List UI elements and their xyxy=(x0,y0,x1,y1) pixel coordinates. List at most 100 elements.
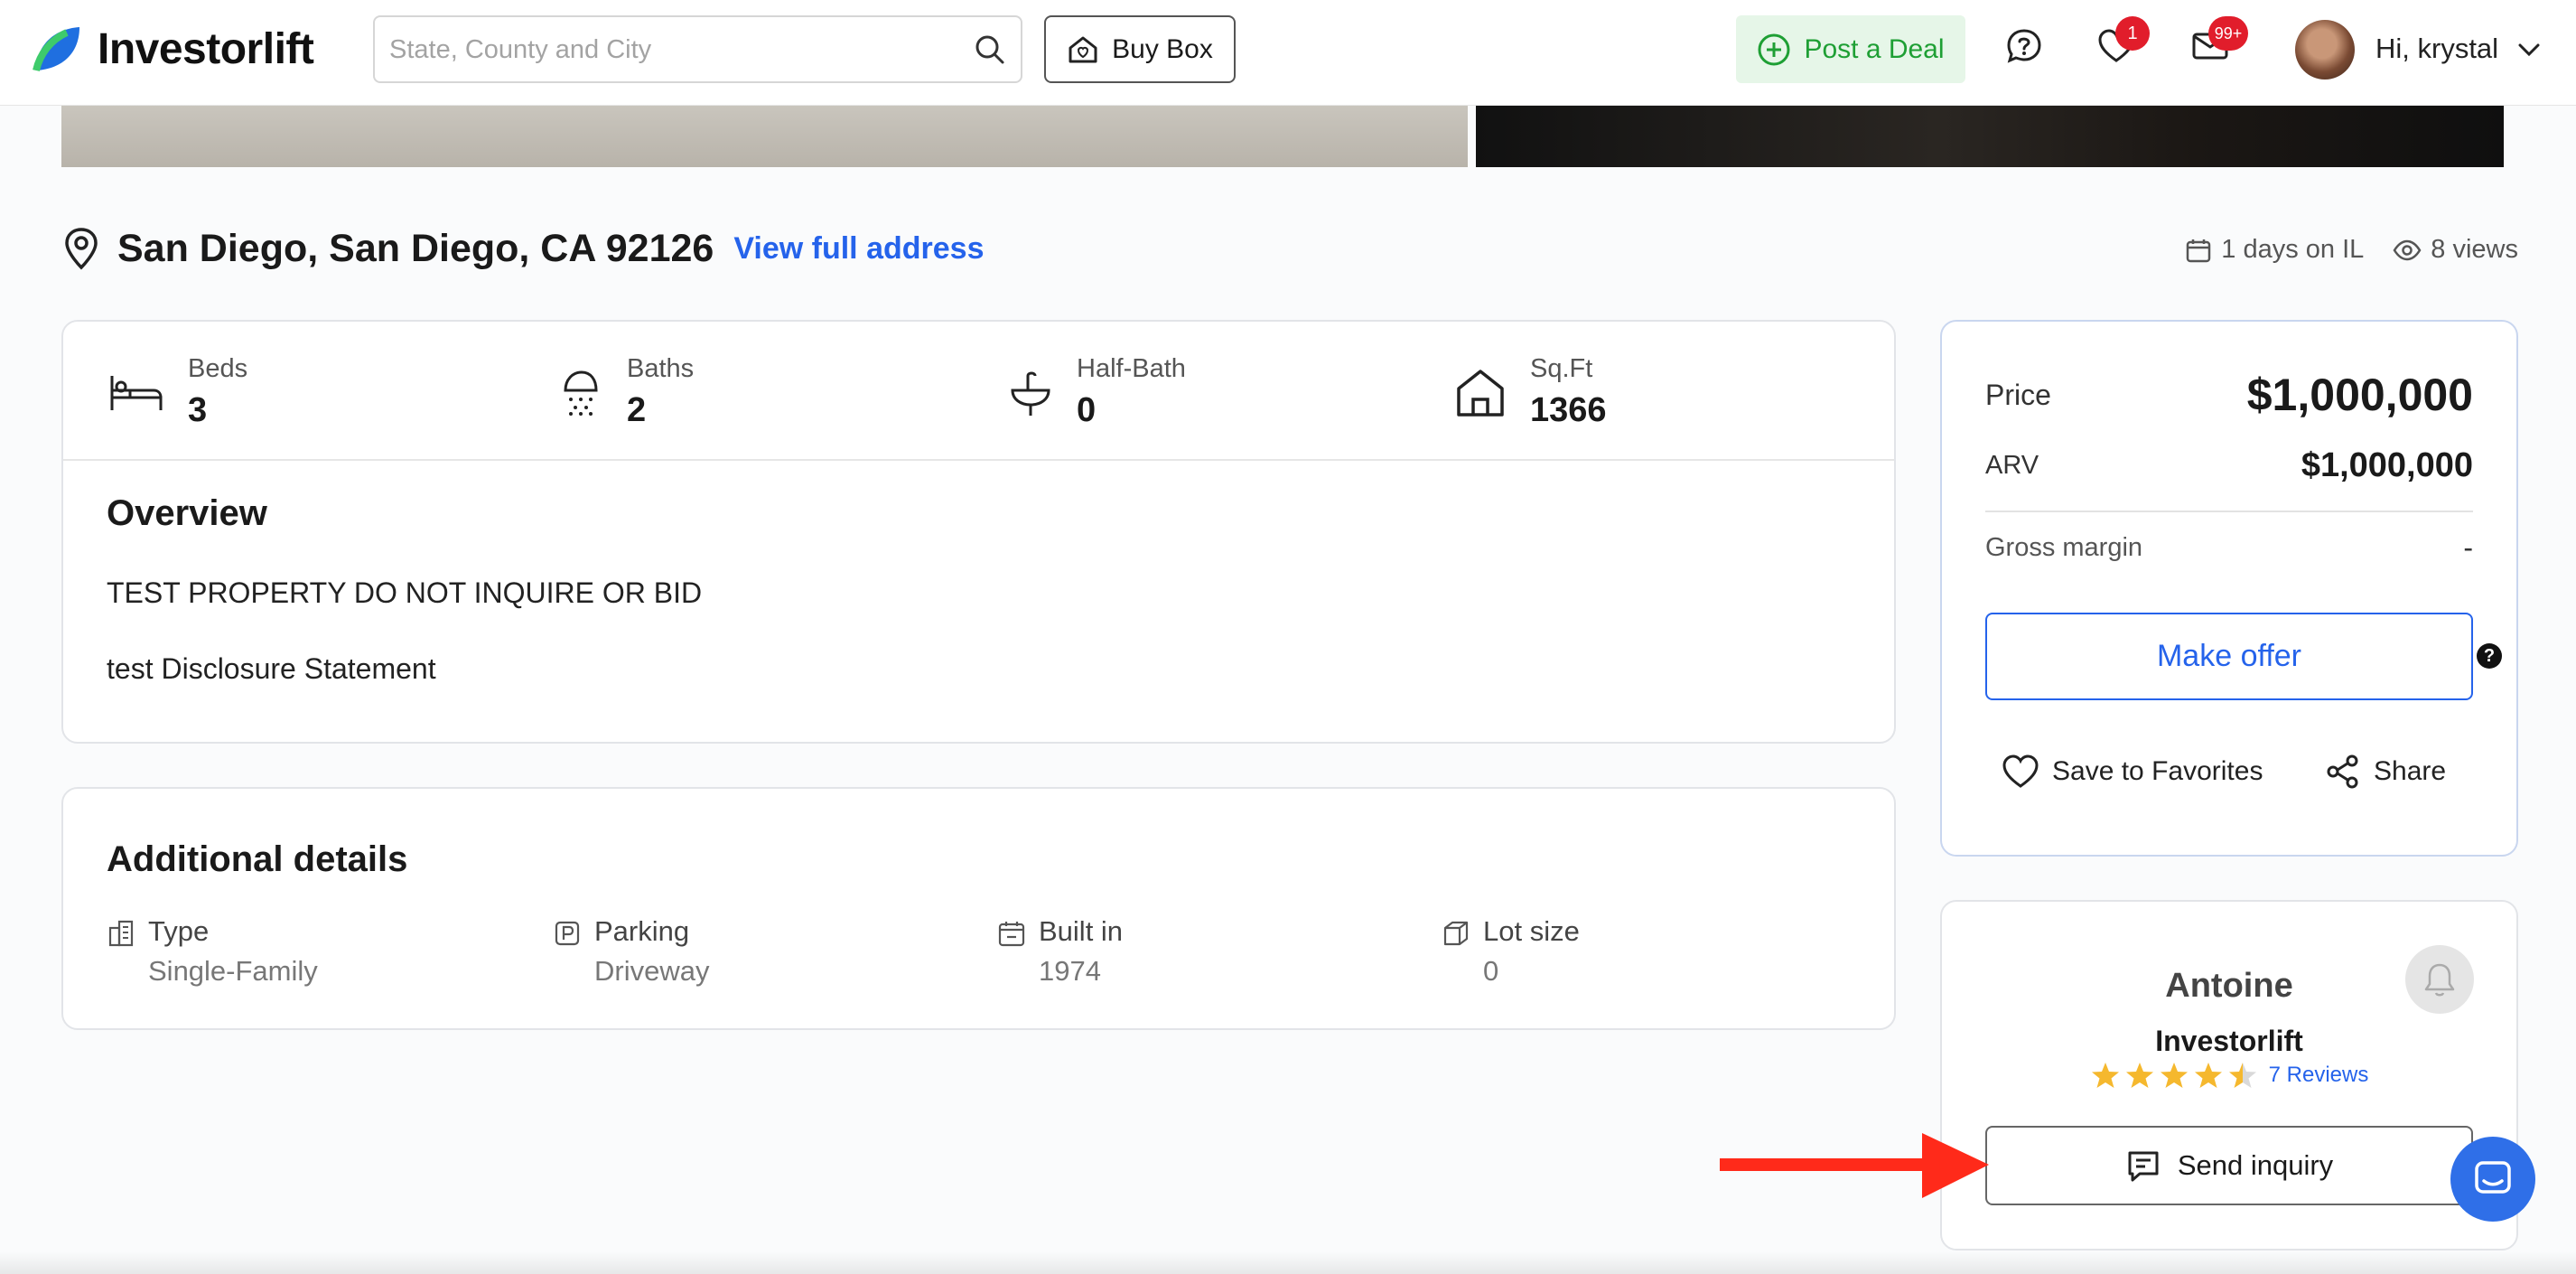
days-on-market: 1 days on IL xyxy=(2221,235,2365,264)
stat-value: 2 xyxy=(627,391,647,429)
additional-details-title: Additional details xyxy=(107,839,408,879)
seller-rating: 7 Reviews xyxy=(1942,1061,2516,1090)
seller-card: Antoine Investorlift 7 Reviews Send inqu… xyxy=(1940,900,2518,1251)
post-deal-button[interactable]: Post a Deal xyxy=(1736,15,1965,83)
property-photo-left[interactable] xyxy=(61,106,1468,167)
search-icon[interactable] xyxy=(974,33,1006,66)
star-icon xyxy=(2160,1063,2188,1088)
logo[interactable]: Investorlift xyxy=(31,22,314,76)
save-to-favorites-label: Save to Favorites xyxy=(2052,756,2263,786)
star-icon xyxy=(2125,1063,2153,1088)
bottom-shadow xyxy=(0,1251,2576,1274)
property-summary-card: Beds 3 Baths 2 Half-Bath 0 Sq.Ft 1366 Ov… xyxy=(61,320,1896,744)
help-icon[interactable]: ? xyxy=(2477,643,2502,669)
stat-label: Sq.Ft xyxy=(1530,354,1593,383)
parking-icon xyxy=(555,921,580,946)
stat-value: 3 xyxy=(188,391,208,429)
property-photo-right[interactable] xyxy=(1476,106,2504,167)
stat-value: 1366 xyxy=(1530,391,1607,429)
bed-icon xyxy=(110,376,163,410)
detail-label: Built in xyxy=(1039,915,1124,947)
stat-half-bath: Half-Bath 0 xyxy=(1008,354,1186,430)
gross-margin-value: - xyxy=(2463,531,2473,564)
building-icon xyxy=(108,920,134,947)
greeting-text: Hi, krystal xyxy=(2375,33,2499,64)
detail-parking: Parking Driveway xyxy=(553,915,709,988)
stat-label: Half-Bath xyxy=(1077,354,1186,383)
card-divider xyxy=(63,459,1894,461)
overview-description: TEST PROPERTY DO NOT INQUIRE OR BID xyxy=(107,576,703,609)
detail-built-in: Built in 1974 xyxy=(997,915,1123,988)
logo-text: Investorlift xyxy=(98,24,314,73)
seller-company: Investorlift xyxy=(2155,1025,2303,1057)
calendar-icon xyxy=(998,922,1025,947)
chat-help-icon[interactable] xyxy=(2005,27,2043,65)
address-row: San Diego, San Diego, CA 92126 View full… xyxy=(61,226,984,271)
property-address: San Diego, San Diego, CA 92126 xyxy=(117,226,714,270)
stat-baths: Baths 2 xyxy=(558,354,694,430)
star-icon xyxy=(2194,1063,2222,1088)
buy-box-button[interactable]: Buy Box xyxy=(1044,15,1236,83)
annotation-arrow-icon xyxy=(1720,1133,1989,1198)
make-offer-button[interactable]: Make offer xyxy=(1985,613,2473,700)
buy-box-label: Buy Box xyxy=(1112,33,1213,64)
price-row: Price $1,000,000 xyxy=(1985,369,2473,421)
stat-beds: Beds 3 xyxy=(108,354,247,430)
view-full-address-link[interactable]: View full address xyxy=(733,231,984,267)
gross-margin-row: Gross margin - xyxy=(1985,531,2473,565)
plus-circle-icon xyxy=(1758,33,1790,65)
sink-icon xyxy=(1011,371,1050,416)
star-icon xyxy=(2091,1063,2119,1088)
eye-icon xyxy=(2393,239,2422,260)
detail-lot-size: Lot size 0 xyxy=(1442,915,1580,988)
user-greeting[interactable]: Hi, krystal xyxy=(2375,33,2541,65)
message-icon xyxy=(2128,1151,2159,1182)
share-label: Share xyxy=(2374,756,2447,786)
detail-value: Single-Family xyxy=(148,955,318,987)
price-divider xyxy=(1985,511,2473,512)
leaf-logo-icon xyxy=(33,27,79,72)
detail-value: 0 xyxy=(1483,955,1499,987)
save-to-favorites-button[interactable]: Save to Favorites xyxy=(2002,754,2263,790)
avatar[interactable] xyxy=(2295,20,2355,80)
post-deal-label: Post a Deal xyxy=(1804,33,1945,64)
arv-label: ARV xyxy=(1985,451,2039,480)
detail-label: Type xyxy=(148,915,210,947)
favorites-count-badge: 1 xyxy=(2115,16,2150,51)
stat-label: Baths xyxy=(627,354,695,383)
half-star-icon xyxy=(2228,1063,2256,1088)
overview-title: Overview xyxy=(107,493,267,533)
reviews-link[interactable]: 7 Reviews xyxy=(2269,1063,2369,1088)
home-heart-icon xyxy=(1069,36,1097,62)
search-box xyxy=(373,15,1022,83)
map-pin-icon xyxy=(65,228,98,270)
detail-label: Parking xyxy=(594,915,690,947)
chevron-down-icon xyxy=(2518,43,2540,57)
shower-icon xyxy=(564,370,598,416)
chat-bubble-icon xyxy=(2475,1161,2511,1194)
listing-meta: 1 days on IL 8 views xyxy=(2185,235,2518,265)
top-navigation-bar: Investorlift Buy Box Post a Deal 1 xyxy=(0,0,2576,106)
detail-label: Lot size xyxy=(1483,915,1580,947)
price-label: Price xyxy=(1985,378,2051,411)
price-card: Price $1,000,000 ARV $1,000,000 Gross ma… xyxy=(1940,320,2518,857)
price-value: $1,000,000 xyxy=(2246,370,2473,420)
cube-icon xyxy=(1443,921,1469,946)
seller-name[interactable]: Antoine xyxy=(1942,967,2516,1006)
send-inquiry-button[interactable]: Send inquiry xyxy=(1985,1126,2473,1205)
live-chat-button[interactable] xyxy=(2450,1137,2535,1222)
detail-type: Type Single-Family xyxy=(107,915,318,988)
calendar-icon xyxy=(2187,239,2211,262)
additional-details-card: Additional details Type Single-Family Pa… xyxy=(61,787,1896,1030)
house-icon xyxy=(1457,370,1504,417)
detail-value: 1974 xyxy=(1039,955,1101,987)
stat-sqft: Sq.Ft 1366 xyxy=(1454,354,1607,430)
share-icon xyxy=(2327,754,2358,789)
search-input[interactable] xyxy=(389,30,949,70)
stat-value: 0 xyxy=(1077,391,1097,429)
send-inquiry-label: Send inquiry xyxy=(2177,1149,2334,1181)
view-count: 8 views xyxy=(2431,235,2518,264)
messages-count-badge: 99+ xyxy=(2208,16,2248,51)
disclosure-statement: test Disclosure Statement xyxy=(107,652,436,685)
share-button[interactable]: Share xyxy=(2325,754,2446,790)
